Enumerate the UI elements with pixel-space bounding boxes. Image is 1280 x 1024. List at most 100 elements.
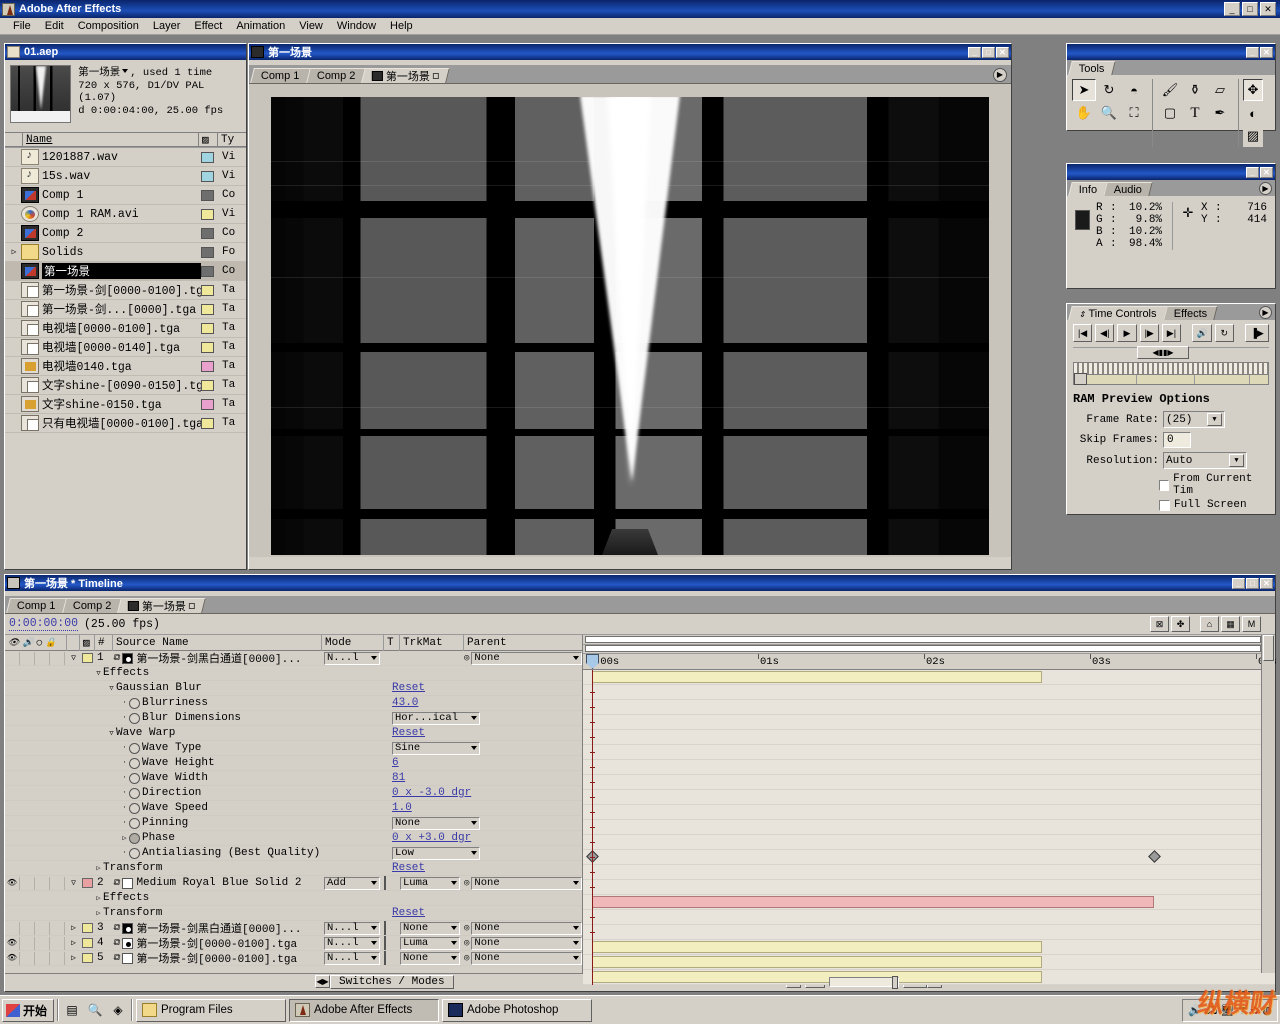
menu-window[interactable]: Window bbox=[330, 19, 383, 33]
timeline-track-row[interactable] bbox=[583, 745, 1275, 760]
label-color-swatch[interactable] bbox=[201, 227, 214, 239]
label-color-swatch[interactable] bbox=[201, 265, 214, 277]
eraser-tool-icon[interactable]: ▱ bbox=[1208, 79, 1232, 101]
prop-twirl-icon[interactable]: · bbox=[120, 774, 129, 782]
group-twirl-icon[interactable]: ▷ bbox=[94, 864, 103, 873]
timeline-property-row[interactable]: · Blur Dimensions Hor...ical bbox=[5, 711, 582, 726]
project-item[interactable]: 电视墙0140.tga Ta bbox=[5, 357, 246, 376]
timeline-tracks[interactable] bbox=[583, 654, 1275, 985]
prop-twirl-icon[interactable]: · bbox=[120, 819, 129, 827]
property-value-cell[interactable]: 0 x +3.0 dgr bbox=[388, 832, 582, 844]
layer-preserve-transparency[interactable] bbox=[384, 876, 400, 890]
column-name[interactable]: Name bbox=[23, 132, 199, 147]
timeline-tab-comp-1[interactable]: Comp 1 bbox=[6, 598, 67, 613]
stopwatch-icon[interactable] bbox=[129, 832, 140, 844]
layer-twirl-icon[interactable]: ▽ bbox=[67, 878, 80, 888]
property-value-cell[interactable]: 6 bbox=[388, 757, 582, 769]
prop-twirl-icon[interactable]: ▷ bbox=[120, 834, 129, 843]
timeline-track-row[interactable] bbox=[583, 955, 1275, 970]
stopwatch-icon[interactable] bbox=[129, 697, 140, 709]
property-value-cell[interactable]: 43.0 bbox=[388, 697, 582, 709]
layer-parent[interactable]: ◎ None bbox=[464, 876, 582, 890]
t-header[interactable]: T bbox=[384, 634, 400, 651]
solo-toggle[interactable] bbox=[35, 936, 50, 950]
close-button[interactable]: ✕ bbox=[1260, 2, 1276, 16]
project-item[interactable]: 第一场景-剑...[0000].tga Ta bbox=[5, 300, 246, 319]
project-item-list[interactable]: 1201887.wav Vi 15s.wav Vi Comp 1 Co Comp 1 RAM… bbox=[5, 147, 246, 536]
taskbar-item-program-files[interactable]: Program Files bbox=[136, 998, 287, 1022]
timeline-workarea-bar[interactable] bbox=[583, 645, 1275, 654]
prop-twirl-icon[interactable]: · bbox=[120, 759, 129, 767]
rotation-tool-icon[interactable]: ↻ bbox=[1097, 79, 1121, 101]
property-value-cell[interactable]: Reset bbox=[388, 727, 582, 739]
label-color-swatch[interactable] bbox=[201, 151, 214, 163]
current-time-display[interactable]: 0:00:00:00 bbox=[9, 617, 79, 631]
mode-header[interactable]: Mode bbox=[322, 634, 384, 651]
from-current-time-checkbox-row[interactable]: From Current Tim bbox=[1159, 473, 1269, 497]
property-value-cell[interactable]: 0 x -3.0 dgr bbox=[388, 787, 582, 799]
reset-link[interactable]: Reset bbox=[392, 727, 425, 739]
frameblend-toggle-icon[interactable]: ▦ bbox=[1221, 616, 1240, 632]
av-features[interactable]: 👁 bbox=[5, 876, 67, 891]
menu-file[interactable]: File bbox=[6, 19, 38, 33]
project-item[interactable]: 文字shine-0150.tga Ta bbox=[5, 395, 246, 414]
layer-label-swatch[interactable] bbox=[80, 953, 95, 963]
project-item[interactable]: 第一场景-剑[0000-0100].tga Ta bbox=[5, 281, 246, 300]
umbrella-icon[interactable]: ☂ bbox=[1237, 1004, 1247, 1017]
av-features[interactable]: 👁 bbox=[5, 936, 67, 951]
explorer-icon[interactable]: 🔍 bbox=[85, 1000, 105, 1020]
current-time-indicator[interactable] bbox=[586, 654, 599, 985]
label-color-swatch[interactable] bbox=[201, 417, 214, 429]
label-color-swatch[interactable] bbox=[201, 170, 214, 182]
audio-toggle[interactable] bbox=[20, 951, 35, 965]
solo-toggle[interactable] bbox=[35, 951, 50, 965]
layer-twirl-icon[interactable]: ▷ bbox=[67, 938, 80, 948]
minimize-button[interactable]: _ bbox=[1224, 2, 1240, 16]
taskbar-item-after-effects[interactable]: Adobe After Effects bbox=[289, 998, 440, 1022]
timeline-group-row[interactable]: ▽ Effects bbox=[5, 666, 582, 681]
layer-preserve-transparency[interactable] bbox=[384, 921, 400, 935]
tab-lock-icon[interactable] bbox=[432, 73, 439, 79]
menu-composition[interactable]: Composition bbox=[71, 19, 146, 33]
display-icon[interactable]: 🖥 bbox=[1220, 1004, 1234, 1017]
info-panel-menu-icon[interactable]: ▶ bbox=[1259, 182, 1272, 195]
project-item[interactable]: 15s.wav Vi bbox=[5, 167, 246, 186]
label-color-swatch[interactable] bbox=[201, 322, 214, 334]
project-item[interactable]: 第一场景 Co bbox=[5, 262, 246, 281]
tab-time-controls[interactable]: ⇕ Time Controls bbox=[1068, 306, 1168, 320]
label-color-swatch[interactable] bbox=[201, 303, 214, 315]
comp-close-button[interactable]: ✕ bbox=[996, 46, 1009, 58]
eye-toggle[interactable]: 👁 bbox=[5, 936, 20, 950]
av-features[interactable]: 👁 bbox=[5, 951, 67, 966]
property-value-cell[interactable]: 1.0 bbox=[388, 802, 582, 814]
eye-toggle[interactable] bbox=[5, 651, 20, 665]
tools-minimize-button[interactable]: _ bbox=[1246, 46, 1259, 58]
layer-label-swatch[interactable] bbox=[80, 653, 95, 663]
group-twirl-icon[interactable]: ▷ bbox=[94, 894, 103, 903]
prop-twirl-icon[interactable]: · bbox=[120, 699, 129, 707]
time-controls-menu-icon[interactable]: ▶ bbox=[1259, 306, 1272, 319]
world-axis-mode-icon[interactable]: ◐ bbox=[1243, 102, 1263, 124]
group-twirl-icon[interactable]: ▽ bbox=[107, 729, 116, 738]
property-value-cell[interactable]: None bbox=[388, 816, 582, 830]
timeline-track-row[interactable] bbox=[583, 700, 1275, 715]
resolution-select[interactable]: Auto ▼ bbox=[1163, 452, 1247, 469]
time-zoom-slider[interactable]: ◀▮▮▶ bbox=[1073, 346, 1269, 359]
info-close-button[interactable]: ✕ bbox=[1260, 166, 1273, 178]
timeline-track-row[interactable] bbox=[583, 805, 1275, 820]
media-icon[interactable]: ◈ bbox=[108, 1000, 128, 1020]
stopwatch-icon[interactable] bbox=[129, 742, 140, 754]
audio-toggle[interactable] bbox=[20, 876, 35, 890]
property-value[interactable]: 1.0 bbox=[392, 802, 412, 814]
timeline-property-row[interactable]: · Wave Type Sine bbox=[5, 741, 582, 756]
menu-edit[interactable]: Edit bbox=[38, 19, 71, 33]
play-button[interactable]: ▶ bbox=[1117, 324, 1137, 342]
reset-link[interactable]: Reset bbox=[392, 682, 425, 694]
timeline-layer-row[interactable]: ▽ 1 ⧉ 第一场景-剑黑白通道[0000]... N...l ◎ None bbox=[5, 651, 582, 666]
project-item[interactable]: Comp 1 Co bbox=[5, 186, 246, 205]
menu-view[interactable]: View bbox=[292, 19, 330, 33]
layer-twirl-icon[interactable]: ▷ bbox=[67, 953, 80, 963]
timeline-navigator-bar[interactable] bbox=[583, 635, 1275, 645]
timeline-property-row[interactable]: · Blurriness 43.0 bbox=[5, 696, 582, 711]
column-type[interactable]: Ty bbox=[218, 132, 246, 147]
